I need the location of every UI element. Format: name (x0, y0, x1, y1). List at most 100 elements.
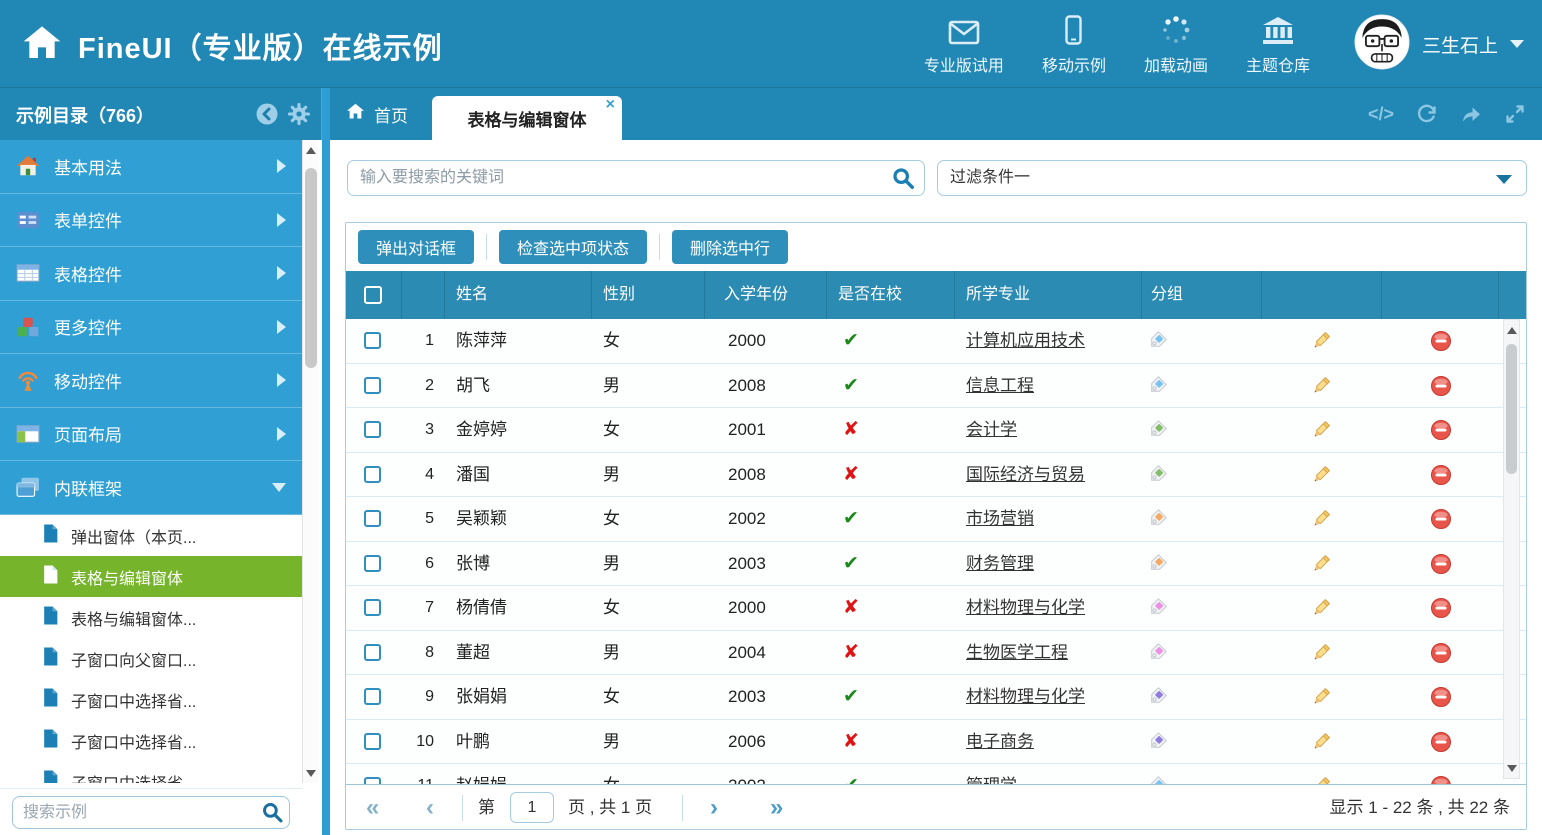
table-icon (16, 261, 40, 285)
select-all-checkbox[interactable] (364, 286, 382, 304)
delete-icon[interactable] (1430, 330, 1452, 357)
major-link[interactable]: 会计学 (966, 408, 1017, 453)
submenu-item-popup-window[interactable]: 弹出窗体（本页... (0, 515, 302, 556)
tab-grid-edit-window[interactable]: 表格与编辑窗体 × (432, 96, 622, 140)
cell-gender: 男 (603, 364, 620, 409)
cell-name: 董超 (456, 631, 490, 676)
edit-icon[interactable] (1310, 553, 1332, 580)
share-icon[interactable] (1460, 103, 1482, 125)
delete-icon[interactable] (1430, 375, 1452, 402)
row-checkbox[interactable] (364, 421, 381, 438)
delete-icon[interactable] (1430, 419, 1452, 446)
row-checkbox[interactable] (364, 644, 381, 661)
edit-icon[interactable] (1310, 597, 1332, 624)
sidebar-search-input[interactable] (12, 796, 290, 829)
row-checkbox[interactable] (364, 733, 381, 750)
sidebar-scrollbar[interactable] (302, 140, 318, 783)
major-link[interactable]: 生物医学工程 (966, 631, 1068, 676)
close-tab-icon[interactable]: × (606, 97, 615, 113)
delete-icon[interactable] (1430, 642, 1452, 669)
major-link[interactable]: 材料物理与化学 (966, 675, 1085, 720)
gear-icon[interactable] (288, 103, 310, 130)
scroll-up-icon[interactable] (303, 142, 319, 158)
tag-icon (1146, 731, 1168, 758)
topbar-item-mobile[interactable]: 移动示例 (1042, 13, 1106, 76)
edit-icon[interactable] (1310, 375, 1332, 402)
submenu-item-child-to-parent[interactable]: 子窗口向父窗口... (0, 638, 302, 679)
sidebar-scrollbar-thumb[interactable] (305, 168, 317, 368)
last-page-button[interactable]: » (770, 785, 783, 830)
row-checkbox[interactable] (364, 332, 381, 349)
keyword-input[interactable] (347, 160, 925, 196)
submenu-item-select-province-2[interactable]: 子窗口中选择省... (0, 720, 302, 761)
major-link[interactable]: 信息工程 (966, 364, 1034, 409)
edit-icon[interactable] (1310, 686, 1332, 713)
row-checkbox[interactable] (364, 466, 381, 483)
major-link[interactable]: 电子商务 (966, 720, 1034, 765)
submenu-item-select-province-1[interactable]: 子窗口中选择省... (0, 679, 302, 720)
edit-icon[interactable] (1310, 330, 1332, 357)
delete-icon[interactable] (1430, 553, 1452, 580)
in-school-icon: ✘ (843, 408, 859, 453)
user-menu[interactable]: 三生石上 (1354, 14, 1524, 75)
major-link[interactable]: 计算机应用技术 (966, 319, 1085, 364)
page-number-input[interactable] (510, 792, 554, 823)
major-link[interactable]: 管理学 (966, 764, 1017, 784)
edit-icon[interactable] (1310, 464, 1332, 491)
edit-icon[interactable] (1310, 642, 1332, 669)
submenu-item-select-province-3[interactable]: 子窗口中选择省 (0, 761, 302, 783)
major-link[interactable]: 国际经济与贸易 (966, 453, 1085, 498)
row-checkbox[interactable] (364, 599, 381, 616)
edit-icon[interactable] (1310, 419, 1332, 446)
delete-icon[interactable] (1430, 508, 1452, 535)
delete-icon[interactable] (1430, 731, 1452, 758)
sidebar-item-layout[interactable]: 页面布局 (0, 408, 302, 462)
delete-icon[interactable] (1430, 597, 1452, 624)
scroll-down-icon[interactable] (1504, 760, 1519, 776)
submenu-item-grid-edit-window[interactable]: 表格与编辑窗体 (0, 556, 302, 597)
scroll-up-icon[interactable] (1504, 322, 1519, 338)
check-selection-button[interactable]: 检查选中项状态 (499, 230, 647, 264)
search-icon[interactable] (262, 802, 283, 828)
sidebar-item-iframe[interactable]: 内联框架 (0, 461, 302, 515)
edit-icon[interactable] (1310, 775, 1332, 784)
row-checkbox[interactable] (364, 688, 381, 705)
next-page-button[interactable]: › (710, 785, 718, 830)
major-link[interactable]: 材料物理与化学 (966, 586, 1085, 631)
delete-icon[interactable] (1430, 686, 1452, 713)
sidebar-item-basic[interactable]: 基本用法 (0, 140, 302, 194)
delete-icon[interactable] (1430, 775, 1452, 784)
row-checkbox[interactable] (364, 377, 381, 394)
first-page-button[interactable]: « (366, 785, 379, 830)
topbar-item-loading[interactable]: 加载动画 (1144, 13, 1208, 76)
edit-icon[interactable] (1310, 731, 1332, 758)
topbar-item-trial[interactable]: 专业版试用 (924, 13, 1004, 76)
scroll-down-icon[interactable] (303, 765, 319, 781)
sidebar-item-more[interactable]: 更多控件 (0, 301, 302, 355)
prev-page-button[interactable]: ‹ (426, 785, 434, 830)
search-icon[interactable] (892, 167, 915, 195)
page-total-label: 页 , 共 1 页 (568, 785, 652, 830)
delete-selected-button[interactable]: 删除选中行 (672, 230, 788, 264)
submenu-item-grid-edit-window-2[interactable]: 表格与编辑窗体... (0, 597, 302, 638)
collapse-sidebar-icon[interactable] (256, 103, 278, 130)
row-checkbox[interactable] (364, 777, 381, 784)
delete-icon[interactable] (1430, 464, 1452, 491)
major-link[interactable]: 财务管理 (966, 542, 1034, 587)
sidebar-item-form[interactable]: 表单控件 (0, 194, 302, 248)
table-scrollbar[interactable] (1503, 319, 1520, 779)
tab-home[interactable]: 首页 (346, 88, 408, 140)
row-checkbox[interactable] (364, 510, 381, 527)
major-link[interactable]: 市场营销 (966, 497, 1034, 542)
source-code-icon[interactable]: </> (1368, 104, 1394, 125)
table-scrollbar-thumb[interactable] (1506, 344, 1517, 474)
edit-icon[interactable] (1310, 508, 1332, 535)
sidebar-item-grid[interactable]: 表格控件 (0, 247, 302, 301)
fullscreen-icon[interactable] (1504, 103, 1526, 125)
filter-dropdown[interactable]: 过滤条件一 (937, 160, 1527, 196)
open-dialog-button[interactable]: 弹出对话框 (358, 230, 474, 264)
topbar-item-themes[interactable]: 主题仓库 (1246, 13, 1310, 76)
sidebar-item-mobile[interactable]: 移动控件 (0, 354, 302, 408)
row-checkbox[interactable] (364, 555, 381, 572)
refresh-icon[interactable] (1416, 103, 1438, 125)
